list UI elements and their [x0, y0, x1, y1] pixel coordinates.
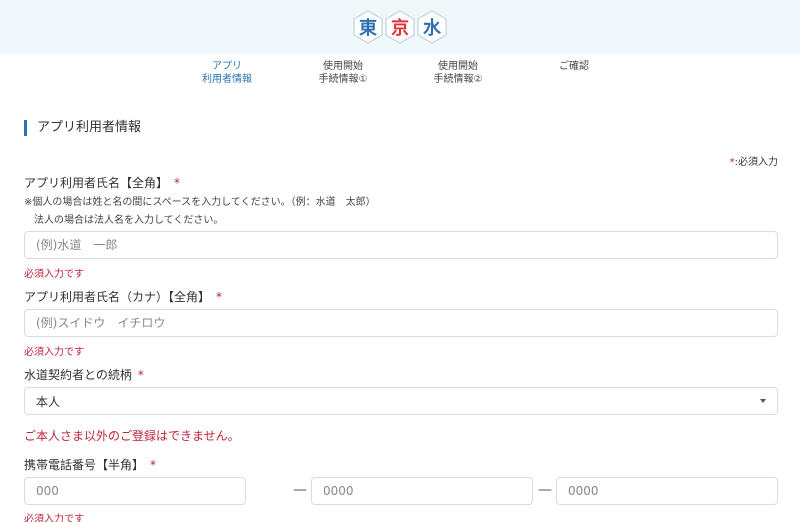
relation-selected-value: 本人 — [36, 394, 61, 409]
step-line1: 使用開始 — [323, 61, 363, 72]
step-line2: 手続情報① — [318, 74, 368, 85]
kana-error: 必須入力です — [24, 347, 84, 358]
name-label: アプリ利用者氏名【全角】 * — [24, 176, 180, 191]
required-star: * — [150, 458, 157, 472]
step-usage-1: 使用開始 手続情報① — [288, 60, 398, 86]
logo: 東 京 水 — [353, 10, 447, 44]
logo-hex-1: 東 — [353, 10, 383, 44]
relation-label-text: 水道契約者との続柄 — [24, 368, 132, 382]
logo-char-3: 水 — [423, 18, 441, 39]
step-line1: アプリ — [212, 61, 242, 72]
name-input[interactable] — [24, 231, 778, 259]
required-star: * — [137, 368, 144, 382]
section-title: アプリ利用者情報 — [24, 120, 141, 136]
phone-label: 携帯電話番号【半角】 * — [24, 458, 156, 473]
header: 東 京 水 — [0, 0, 800, 54]
logo-hex-2: 京 — [385, 10, 415, 44]
logo-char-2: 京 — [391, 18, 409, 39]
progress-steps: アプリ 利用者情報 使用開始 手続情報① 使用開始 手続情報② ご確認 — [0, 60, 800, 94]
relation-select[interactable]: 本人 — [24, 387, 778, 415]
name-note-1: ※個人の場合は姓と名の間にスペースを入力してください。（例：水道 太郎） — [24, 197, 376, 208]
relation-label: 水道契約者との続柄 * — [24, 368, 144, 383]
phone-input-2[interactable] — [311, 477, 533, 505]
name-error: 必須入力です — [24, 269, 84, 280]
chevron-down-icon — [760, 399, 766, 403]
phone-label-text: 携帯電話番号【半角】 — [24, 458, 145, 472]
name-note-2: 法人の場合は法人名を入力してください。 — [34, 215, 224, 226]
step-line1: 使用開始 — [438, 61, 478, 72]
step-confirm: ご確認 — [519, 60, 629, 73]
step-app-user: アプリ 利用者情報 — [172, 60, 282, 86]
kana-label: アプリ利用者氏名（カナ）【全角】 * — [24, 290, 222, 305]
phone-input-1[interactable] — [24, 477, 246, 505]
relation-warning: ご本人さま以外のご登録はできません。 — [24, 429, 240, 443]
required-legend-text: :必須入力 — [734, 157, 778, 168]
required-star: * — [174, 176, 181, 190]
phone-separator-1: — — [293, 482, 307, 498]
name-label-text: アプリ利用者氏名【全角】 — [24, 176, 169, 190]
phone-separator-2: — — [538, 482, 552, 498]
phone-input-3[interactable] — [556, 477, 778, 505]
phone-error: 必須入力です — [24, 514, 84, 522]
step-line2: 手続情報② — [433, 74, 483, 85]
kana-input[interactable] — [24, 309, 778, 337]
required-star: * — [216, 290, 223, 304]
step-usage-2: 使用開始 手続情報② — [403, 60, 513, 86]
step-line2: 利用者情報 — [202, 74, 252, 85]
logo-hex-3: 水 — [417, 10, 447, 44]
logo-char-1: 東 — [359, 18, 377, 39]
kana-label-text: アプリ利用者氏名（カナ）【全角】 — [24, 290, 211, 304]
required-legend: *:必須入力 — [730, 153, 778, 168]
step-line1: ご確認 — [559, 61, 589, 72]
